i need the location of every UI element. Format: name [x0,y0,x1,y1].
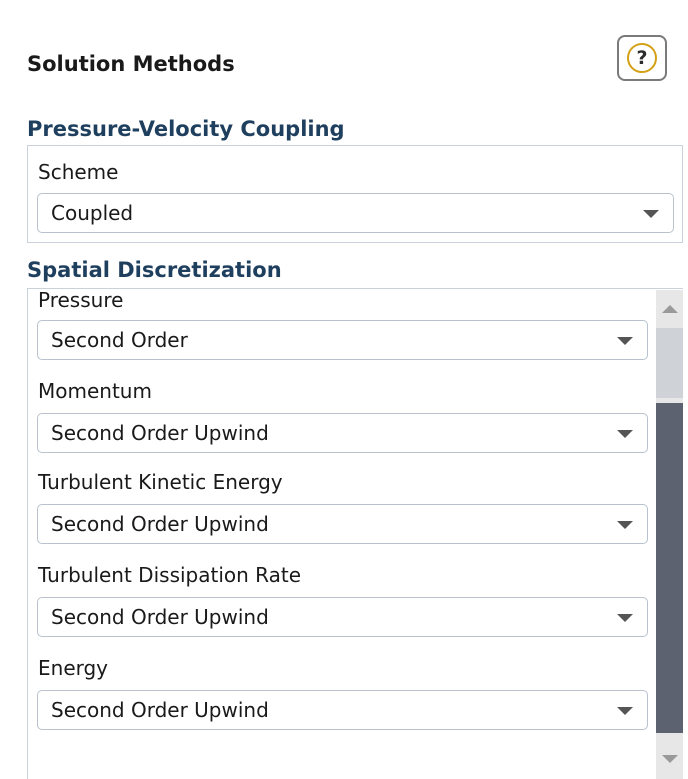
pressure-velocity-coupling-title: Pressure-Velocity Coupling [27,117,345,141]
turbulent-dissipation-rate-label: Turbulent Dissipation Rate [38,563,302,587]
pressure-value: Second Order [51,328,188,352]
chevron-down-icon [617,614,633,622]
energy-label: Energy [38,656,109,680]
turbulent-kinetic-energy-value: Second Order Upwind [51,512,269,536]
scroll-up-arrow-icon[interactable] [662,305,678,313]
help-icon: ? [627,43,657,73]
chevron-down-icon [617,337,633,345]
solution-methods-panel: Solution Methods ? Pressure-Velocity Cou… [0,0,688,779]
pressure-label: Pressure [38,288,124,312]
turbulent-dissipation-rate-value: Second Order Upwind [51,605,269,629]
spatial-discretization-scroll-area[interactable]: Pressure Second Order Momentum Second Or… [27,288,683,779]
vertical-scrollbar[interactable] [656,290,683,779]
scrollbar-thumb[interactable] [656,403,683,733]
chevron-down-icon [617,521,633,529]
scroll-down-arrow-icon[interactable] [662,755,678,763]
scheme-label: Scheme [38,160,119,184]
momentum-dropdown[interactable]: Second Order Upwind [37,413,648,453]
scheme-value: Coupled [51,201,134,225]
spatial-discretization-title: Spatial Discretization [27,258,282,282]
chevron-down-icon [643,210,659,218]
turbulent-dissipation-rate-dropdown[interactable]: Second Order Upwind [37,597,648,637]
turbulent-kinetic-energy-label: Turbulent Kinetic Energy [38,470,283,494]
scrollbar-track[interactable] [656,328,683,398]
help-button[interactable]: ? [617,35,667,81]
momentum-value: Second Order Upwind [51,421,269,445]
energy-dropdown[interactable]: Second Order Upwind [37,690,648,730]
chevron-down-icon [617,707,633,715]
chevron-down-icon [617,430,633,438]
energy-value: Second Order Upwind [51,698,269,722]
turbulent-kinetic-energy-dropdown[interactable]: Second Order Upwind [37,504,648,544]
pressure-dropdown[interactable]: Second Order [37,320,648,360]
scheme-dropdown[interactable]: Coupled [37,193,674,233]
pressure-velocity-coupling-group: Scheme Coupled [27,145,683,243]
momentum-label: Momentum [38,379,152,403]
panel-title: Solution Methods [27,52,235,76]
